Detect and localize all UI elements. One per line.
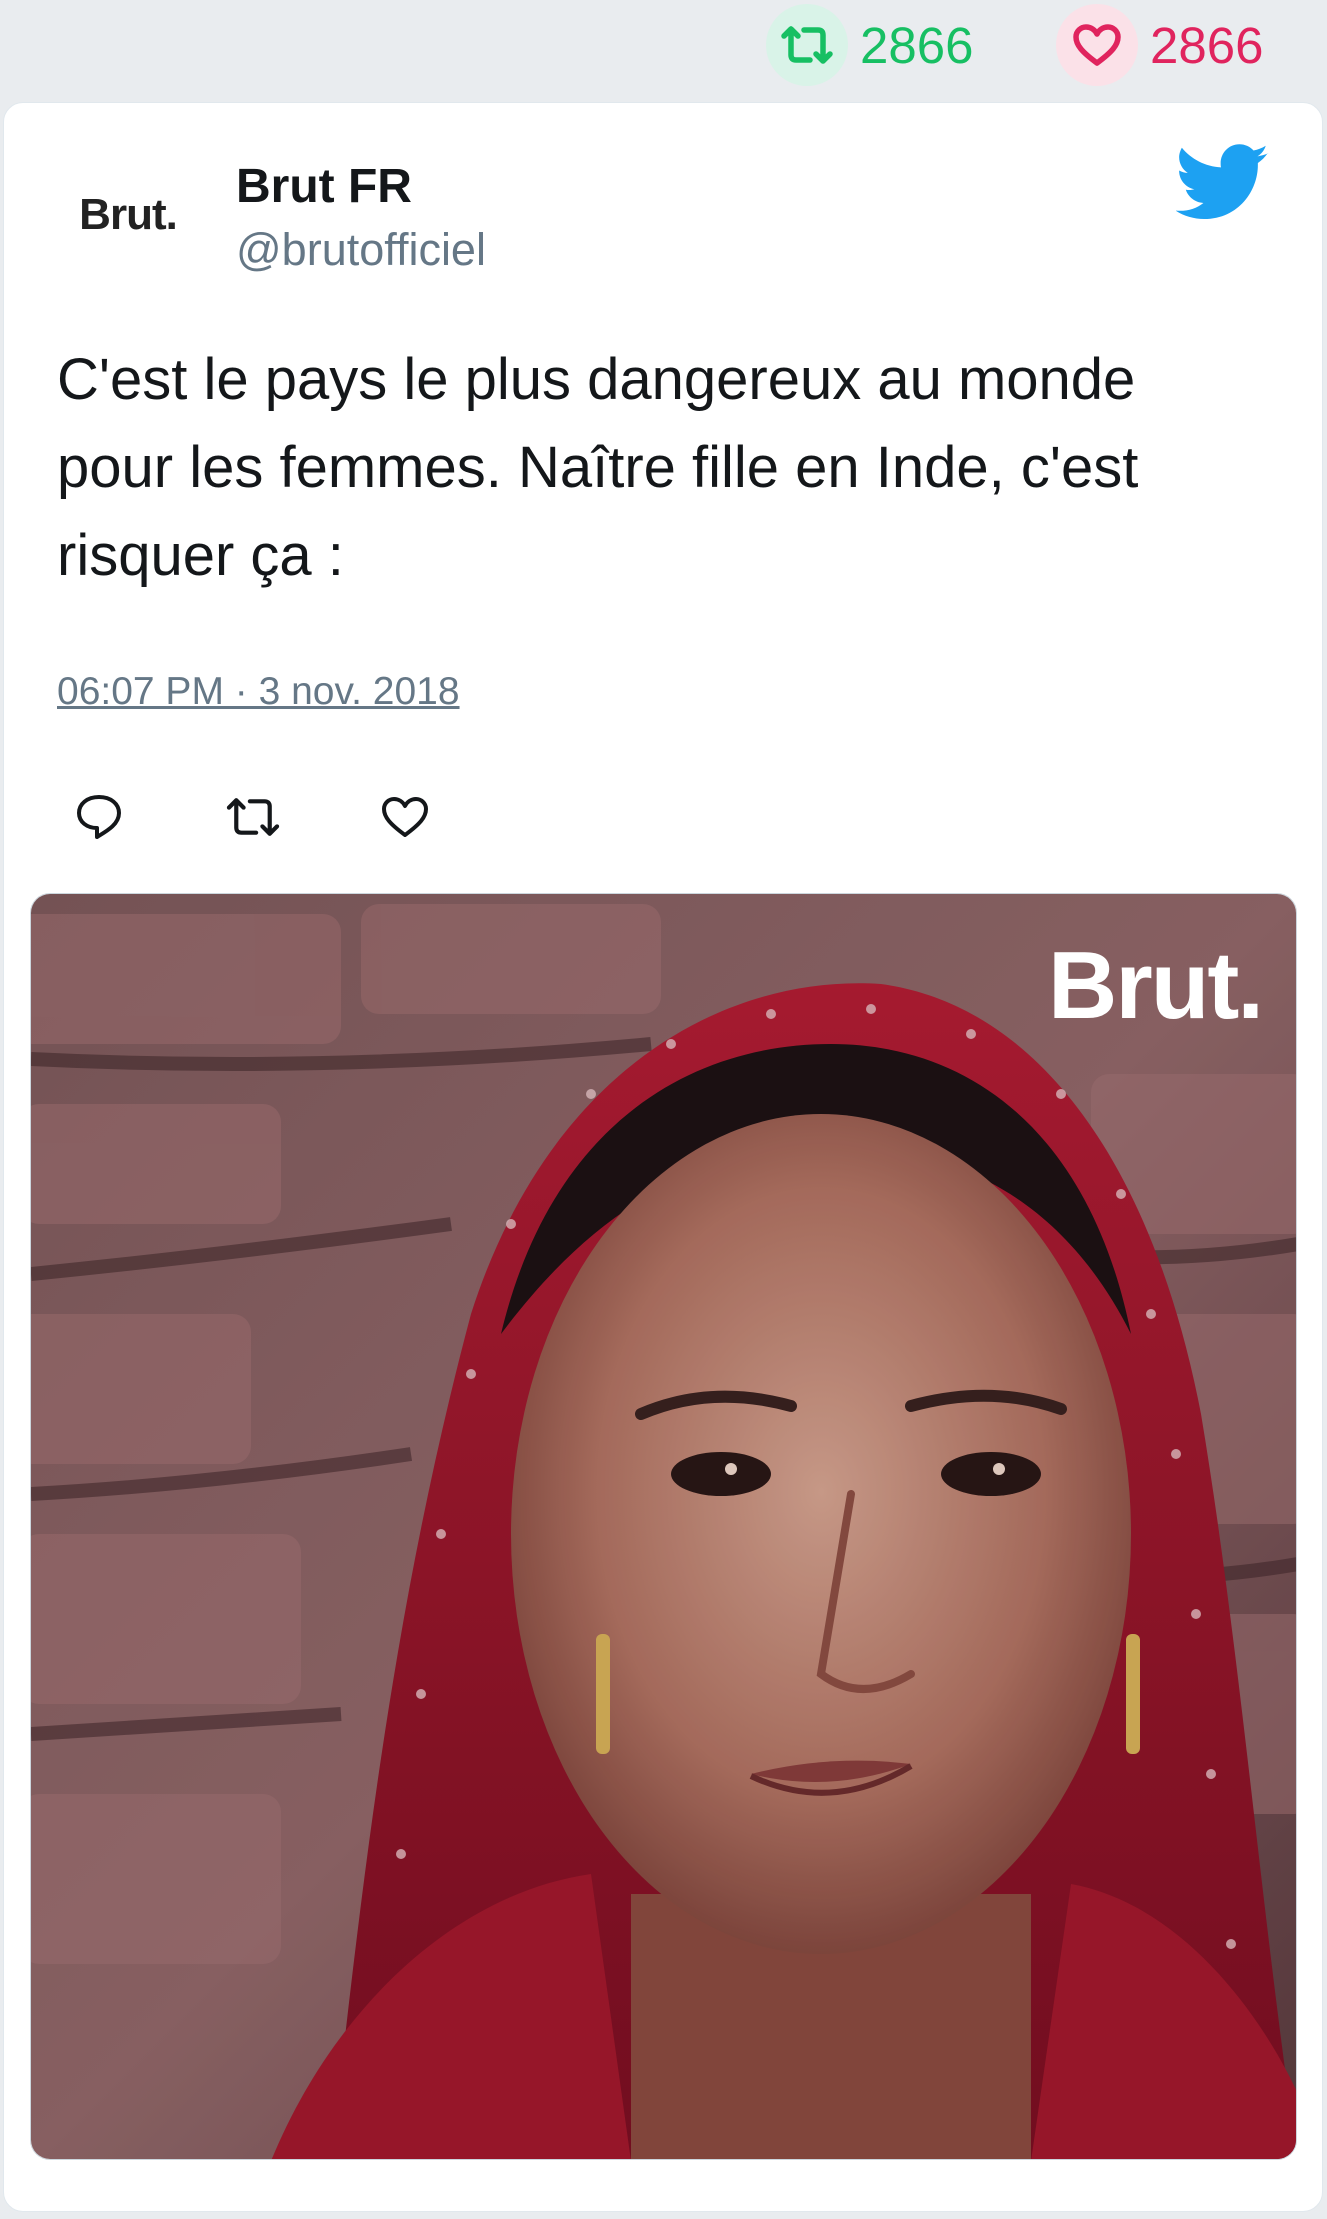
avatar[interactable]: Brut.	[60, 170, 196, 260]
heart-icon	[382, 797, 428, 837]
reply-button[interactable]	[66, 784, 132, 850]
tweet-actions	[0, 784, 600, 850]
retweet-count: 2866	[860, 16, 974, 74]
retweet-button[interactable]	[220, 784, 286, 850]
engagement-stats: 2866 2866	[0, 0, 1327, 100]
retweet-icon	[766, 4, 848, 86]
user-handle[interactable]: @brutofficiel	[236, 227, 486, 272]
media-image	[31, 894, 1296, 2159]
like-count: 2866	[1150, 16, 1264, 74]
like-button[interactable]	[372, 784, 438, 850]
timestamp-link[interactable]: 06:07 PM · 3 nov. 2018	[57, 672, 460, 711]
display-name[interactable]: Brut FR	[236, 163, 412, 211]
heart-icon	[1056, 4, 1138, 86]
retweet-icon	[226, 798, 280, 836]
twitter-bird-icon[interactable]	[1175, 142, 1270, 224]
media-watermark: Brut.	[1048, 932, 1264, 1039]
retweet-stat[interactable]: 2866	[766, 4, 973, 86]
tweet-text: C'est le pays le plus dangereux au monde…	[57, 347, 1139, 588]
reply-icon	[77, 795, 121, 839]
like-stat[interactable]: 2866	[1056, 4, 1263, 86]
tweet-media-video[interactable]: Brut.	[30, 893, 1297, 2160]
